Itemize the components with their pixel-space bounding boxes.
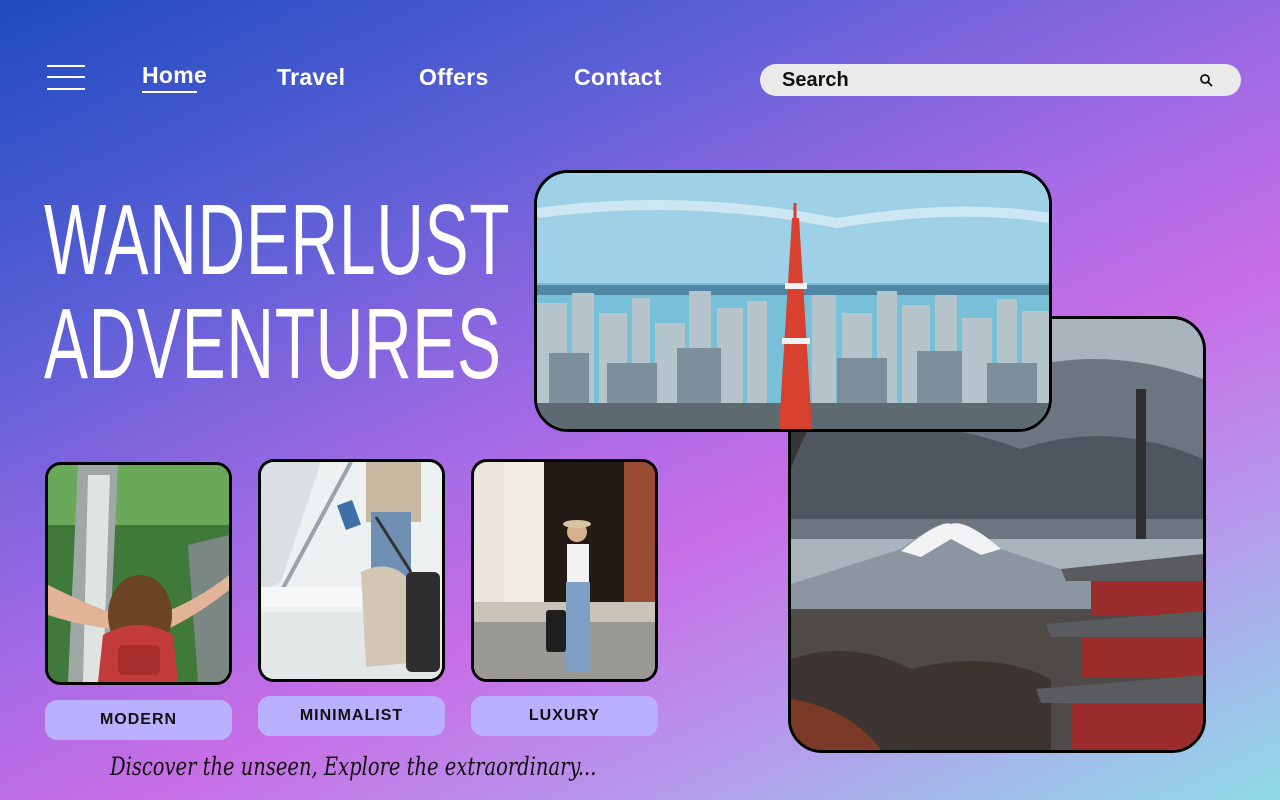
airport-luggage-photo[interactable] xyxy=(258,459,445,682)
menu-icon[interactable] xyxy=(47,63,85,91)
tagline: Discover the unseen, Explore the extraor… xyxy=(110,752,597,781)
tokyo-tower-skyline-photo[interactable] xyxy=(534,170,1052,432)
woman-with-suitcase-photo[interactable] xyxy=(471,459,658,682)
search-bar xyxy=(760,64,1241,96)
title-line-2: ADVENTURES xyxy=(44,288,502,400)
nav-offers-link[interactable]: Offers xyxy=(419,64,489,91)
waterfall-traveler-photo[interactable] xyxy=(45,462,232,685)
search-input[interactable] xyxy=(760,64,1190,96)
page-title: WANDERLUST ADVENTURES xyxy=(44,188,510,396)
category-modern-button[interactable]: MODERN xyxy=(45,700,232,740)
category-minimalist-button[interactable]: MINIMALIST xyxy=(258,696,445,736)
search-icon[interactable] xyxy=(1199,73,1213,87)
nav-travel-link[interactable]: Travel xyxy=(277,64,345,91)
nav-home-link[interactable]: Home xyxy=(142,62,207,93)
nav-contact-link[interactable]: Contact xyxy=(574,64,662,91)
category-luxury-button[interactable]: LUXURY xyxy=(471,696,658,736)
title-line-1: WANDERLUST xyxy=(44,184,511,296)
